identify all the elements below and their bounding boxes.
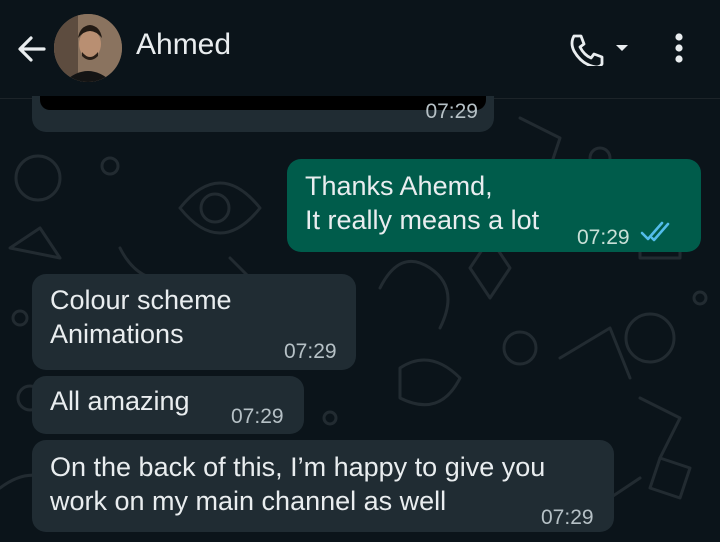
message-time: 07:29: [541, 506, 594, 529]
contact-name[interactable]: Ahmed: [136, 28, 231, 62]
incoming-message[interactable]: On the back of this, I’m happy to give y…: [32, 440, 614, 532]
media-message[interactable]: 07:29: [32, 96, 494, 132]
phone-icon[interactable]: [566, 30, 632, 66]
message-text: Thanks Ahemd, It really means a lot: [305, 171, 540, 235]
message-time: 07:29: [425, 100, 478, 123]
more-vertical-icon[interactable]: [664, 30, 694, 66]
message-time: 07:29: [284, 340, 337, 363]
incoming-message[interactable]: Colour scheme Animations 07:29: [32, 274, 356, 370]
message-time: 07:29: [231, 405, 284, 428]
outgoing-message[interactable]: Thanks Ahemd, It really means a lot 07:2…: [287, 159, 701, 252]
incoming-message[interactable]: All amazing 07:29: [32, 376, 304, 434]
avatar[interactable]: [54, 14, 122, 82]
chat-header: Ahmed: [0, 0, 720, 99]
message-text: All amazing: [50, 386, 190, 416]
message-time: 07:29: [577, 226, 630, 249]
message-text: On the back of this, I’m happy to give y…: [50, 452, 546, 516]
message-text: Colour scheme Animations: [50, 285, 232, 349]
read-ticks-icon: [640, 221, 670, 242]
media-thumbnail[interactable]: [40, 96, 486, 110]
arrow-left-icon[interactable]: [14, 31, 50, 67]
